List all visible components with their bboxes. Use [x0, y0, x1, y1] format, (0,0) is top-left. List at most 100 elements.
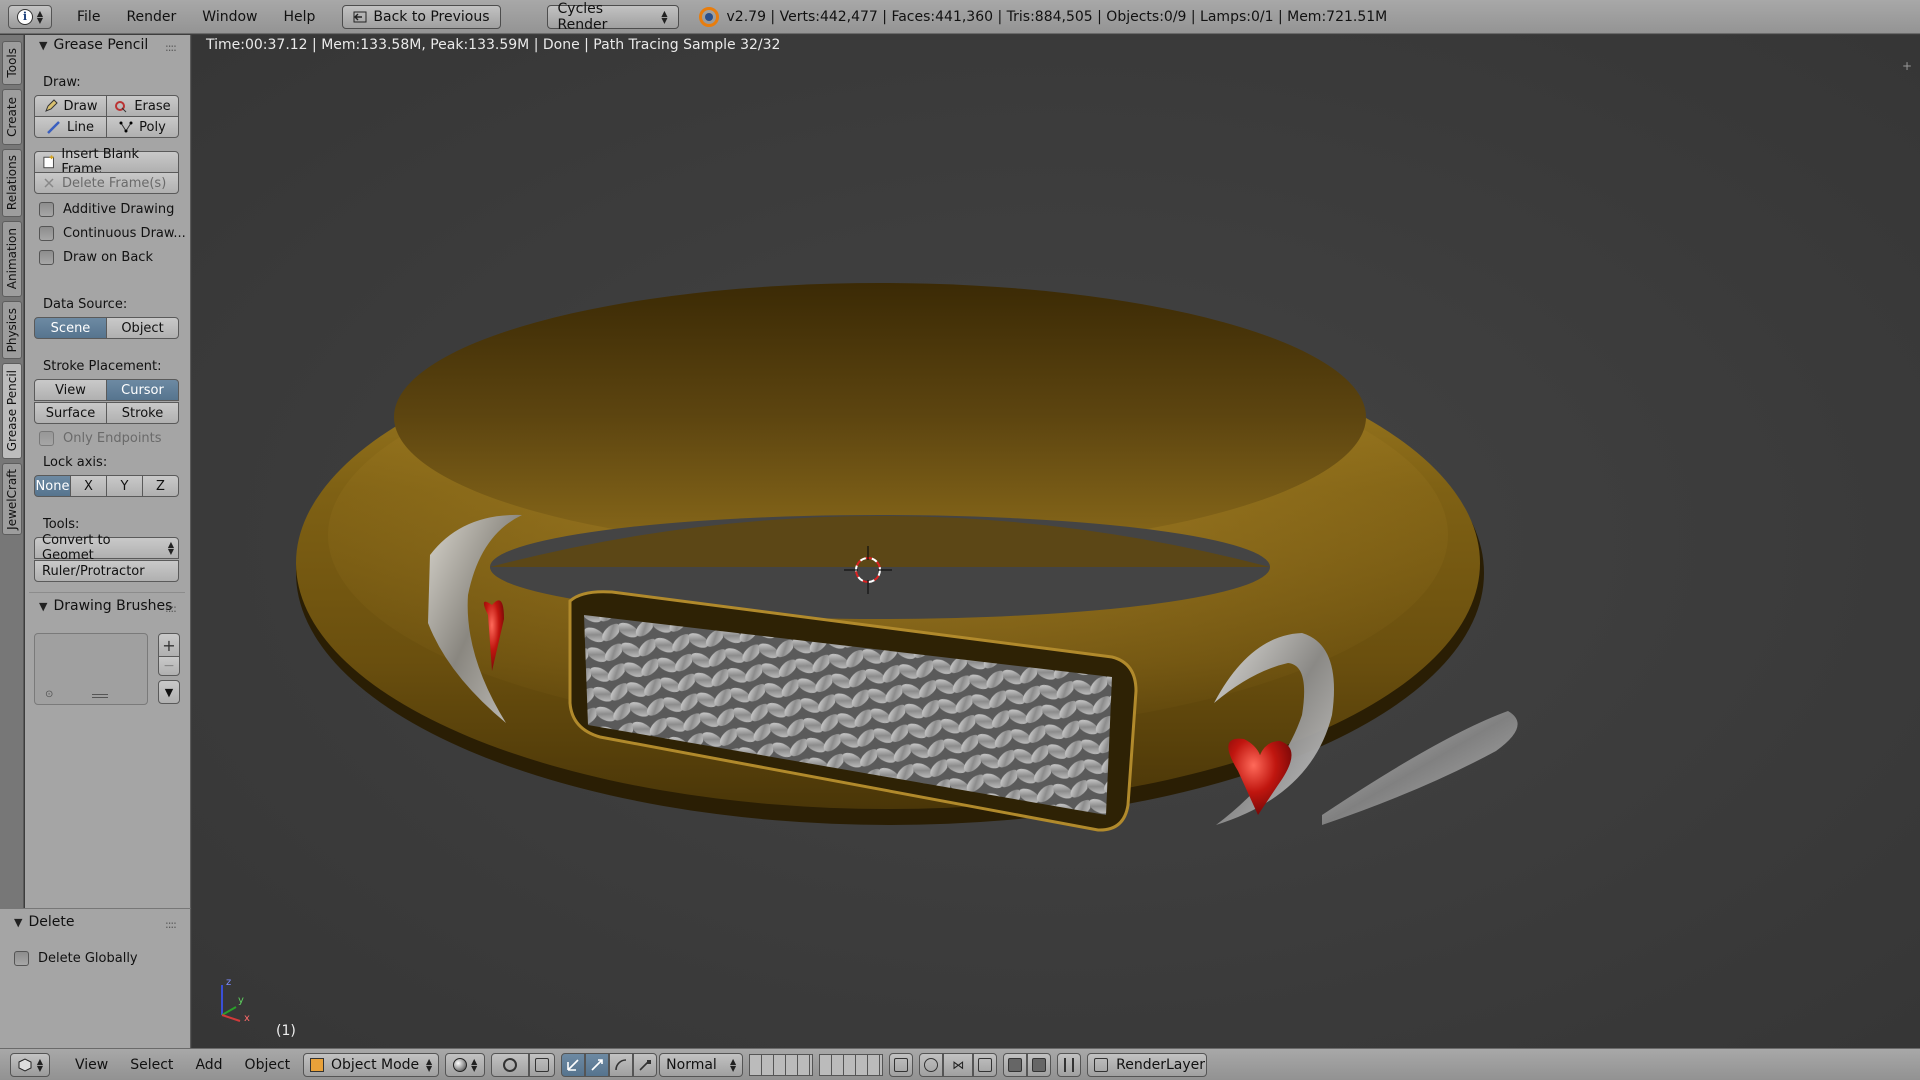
draw-button[interactable]: Draw [34, 95, 107, 117]
snap-element-dropdown[interactable]: ⋈ [943, 1052, 974, 1077]
placement-surface-button[interactable]: Surface [34, 402, 107, 424]
drag-handle-icon[interactable]: :::: [165, 41, 177, 54]
delete-operator-header[interactable]: ▼ Delete [14, 914, 74, 930]
checkbox[interactable] [39, 250, 54, 265]
checkbox[interactable] [39, 226, 54, 241]
checkbox[interactable] [14, 951, 29, 966]
placement-stroke-button[interactable]: Stroke [106, 402, 179, 424]
render-image-button[interactable] [1003, 1052, 1028, 1077]
drag-handle-icon[interactable]: :::: [165, 918, 177, 931]
3d-viewport[interactable]: Time:00:37.12 | Mem:133.58M, Peak:133.59… [192, 35, 1920, 1048]
data-source-scene-button[interactable]: Scene [34, 317, 107, 339]
scale-manipulator-toggle[interactable] [633, 1052, 658, 1077]
scene-stats-text: v2.79 | Verts:442,477 | Faces:441,360 | … [726, 8, 1388, 25]
lock-axis-label: Lock axis: [43, 455, 108, 470]
drag-handle-icon[interactable]: :::: [165, 602, 177, 615]
back-to-previous-button[interactable]: Back to Previous [342, 4, 501, 29]
render-animation-button[interactable] [1027, 1052, 1052, 1077]
poly-button-label: Poly [139, 119, 166, 135]
checkbox[interactable] [39, 202, 54, 217]
tab-create[interactable]: Create [2, 89, 22, 145]
menu-render[interactable]: Render [113, 9, 189, 25]
additive-drawing-toggle[interactable]: Additive Drawing [39, 202, 174, 217]
delete-globally-label: Delete Globally [38, 951, 138, 966]
menu-view[interactable]: View [64, 1057, 119, 1073]
placement-view-button[interactable]: View [34, 379, 107, 401]
camera-icon [1008, 1057, 1023, 1072]
placement-cursor-button[interactable]: Cursor [106, 379, 179, 401]
scale-icon [639, 1059, 652, 1071]
updown-arrows-icon: ▲ ▼ [167, 540, 174, 556]
viewport-shading-dropdown[interactable]: ▲ ▼ [445, 1052, 486, 1077]
tab-jewelcraft[interactable]: JewelCraft [2, 463, 22, 535]
info-header: i ▲ ▼ File Render Window Help Back to Pre… [0, 0, 1920, 34]
interaction-mode-dropdown[interactable]: Object Mode ▲ ▼ [303, 1052, 440, 1077]
tab-physics[interactable]: Physics [2, 301, 22, 359]
tab-grease-pencil[interactable]: Grease Pencil [2, 363, 22, 459]
scene-layers-grid-a[interactable] [749, 1053, 814, 1076]
line-button[interactable]: Line [34, 116, 107, 138]
editor-type-selector[interactable]: ▲ ▼ [10, 1052, 50, 1077]
tool-shelf: ▼ Grease Pencil :::: Draw: Draw Erase Li… [25, 35, 191, 908]
ruler-protractor-button[interactable]: Ruler/Protractor [34, 560, 179, 582]
collapse-triangle-icon: ▼ [39, 599, 48, 613]
menu-file[interactable]: File [64, 9, 113, 25]
tab-relations[interactable]: Relations [2, 149, 22, 217]
render-layer-selector[interactable]: RenderLayer [1087, 1052, 1208, 1077]
menu-select[interactable]: Select [119, 1057, 184, 1073]
brush-specials-button[interactable]: ▼ [158, 680, 180, 704]
tab-tools[interactable]: Tools [2, 41, 22, 85]
dropdown-arrow-icon: ▼ [164, 685, 174, 699]
updown-arrows-icon: ▲ ▼ [471, 1056, 478, 1073]
overlay-toggle[interactable] [1057, 1052, 1082, 1077]
lock-axis-y-button[interactable]: Y [106, 475, 143, 497]
insert-blank-frame-button[interactable]: Insert Blank Frame [34, 147, 179, 177]
list-resize-handle-icon[interactable] [92, 694, 108, 698]
continuous-drawing-toggle[interactable]: Continuous Draw... [39, 226, 186, 241]
menu-object[interactable]: Object [234, 1057, 302, 1073]
resize-grip-icon[interactable]: ⊙ [45, 689, 53, 700]
add-brush-button[interactable]: + [158, 633, 180, 657]
updown-arrows-icon: ▲ ▼ [36, 8, 44, 25]
draw-on-back-toggle[interactable]: Draw on Back [39, 250, 153, 265]
data-source-object-button[interactable]: Object [106, 317, 179, 339]
frame-indicator: (1) [276, 1023, 296, 1039]
render-engine-dropdown[interactable]: Cycles Render ▲ ▼ [546, 1, 679, 33]
lock-camera-toggle[interactable] [889, 1052, 914, 1077]
delete-frames-button[interactable]: Delete Frame(s) [34, 172, 179, 194]
tab-grease-pencil-label: Grease Pencil [5, 370, 19, 452]
convert-to-geometry-button[interactable]: Convert to Geomet ▲ ▼ [34, 533, 179, 563]
drawing-brushes-panel-header[interactable]: ▼ Drawing Brushes [39, 598, 172, 614]
menu-help[interactable]: Help [270, 9, 328, 25]
lock-axis-none-button[interactable]: None [34, 475, 71, 497]
viewport-corner-plus-icon[interactable]: + [1902, 59, 1916, 73]
pivot-center-toggle[interactable] [529, 1052, 556, 1077]
menu-add[interactable]: Add [184, 1057, 233, 1073]
pivot-point-dropdown[interactable] [491, 1052, 530, 1077]
translate-manipulator-toggle[interactable] [585, 1052, 610, 1077]
proportional-edit-toggle[interactable] [919, 1052, 944, 1077]
erase-button[interactable]: Erase [106, 95, 179, 117]
editor-type-selector[interactable]: i ▲ ▼ [8, 4, 52, 29]
poly-button[interactable]: Poly [106, 116, 179, 138]
continuous-drawing-label: Continuous Draw... [63, 226, 186, 241]
render-status-text: Time:00:37.12 | Mem:133.58M, Peak:133.59… [206, 37, 781, 53]
lock-axis-x-button[interactable]: X [70, 475, 107, 497]
remove-brush-button[interactable]: − [158, 656, 180, 676]
transform-orientation-dropdown[interactable]: Normal ▲ ▼ [659, 1052, 744, 1077]
delete-globally-toggle[interactable]: Delete Globally [14, 951, 138, 966]
delete-x-icon [44, 178, 54, 188]
manipulator-toggle[interactable] [561, 1052, 586, 1077]
only-endpoints-toggle[interactable]: Only Endpoints [39, 431, 162, 446]
rotate-manipulator-toggle[interactable] [609, 1052, 634, 1077]
lock-axis-z-button[interactable]: Z [142, 475, 179, 497]
grease-pencil-panel-header[interactable]: ▼ Grease Pencil [39, 37, 148, 53]
menu-window[interactable]: Window [189, 9, 270, 25]
updown-arrows-icon: ▲ ▼ [661, 8, 668, 25]
lock-axis-none-label: None [35, 478, 70, 494]
checkbox[interactable] [39, 431, 54, 446]
brush-list[interactable]: ⊙ [34, 633, 148, 705]
tab-animation[interactable]: Animation [2, 221, 22, 297]
snap-target-toggle[interactable] [973, 1052, 998, 1077]
scene-layers-grid-b[interactable] [819, 1053, 884, 1076]
